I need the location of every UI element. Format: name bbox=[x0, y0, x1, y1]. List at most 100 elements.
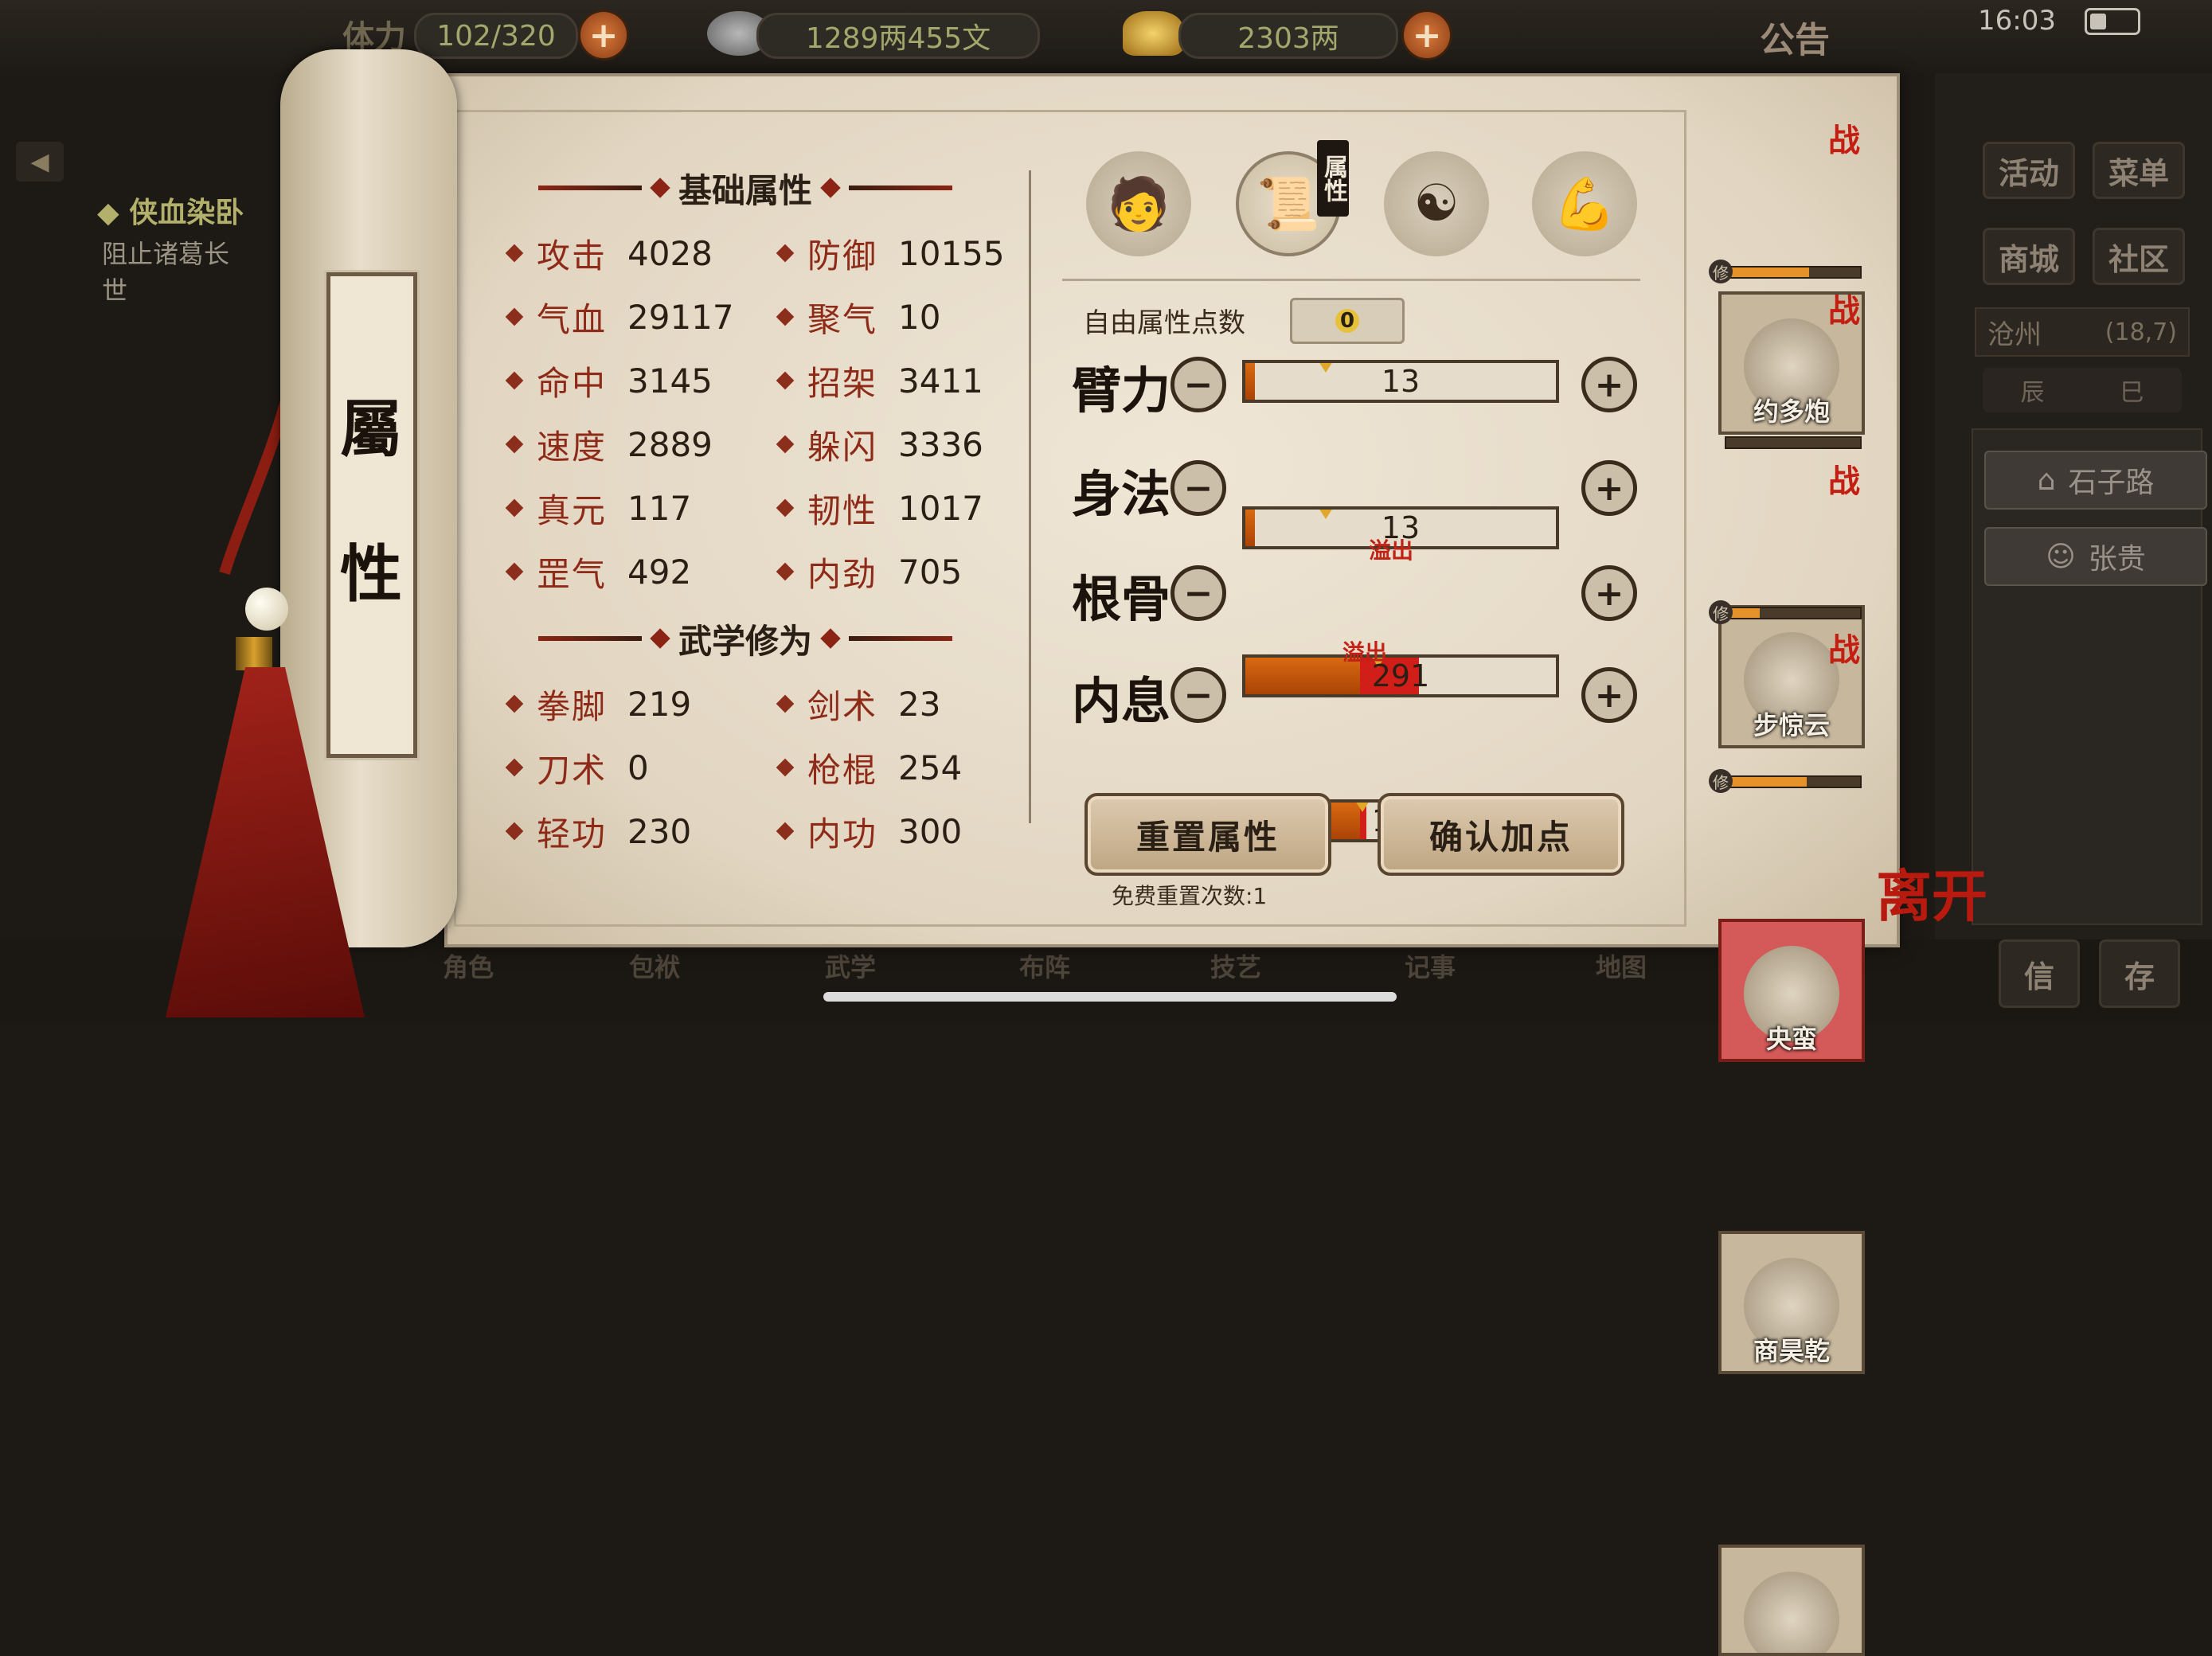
shop-button[interactable]: 商城 bbox=[1983, 228, 2075, 285]
mail-button[interactable]: 信 bbox=[1999, 939, 2080, 1008]
plus-button[interactable]: + bbox=[1581, 667, 1637, 723]
minus-button[interactable]: − bbox=[1170, 357, 1226, 412]
party-portrait[interactable]: 央蛮 bbox=[1718, 919, 1865, 1062]
overflow-label: 溢出 bbox=[1342, 639, 1388, 666]
add-stamina-button[interactable]: + bbox=[578, 10, 629, 61]
cultivation-bar bbox=[1725, 266, 1862, 279]
stat-accuracy: 命中 3145 bbox=[505, 358, 713, 403]
activity-button[interactable]: 活动 bbox=[1983, 142, 2075, 199]
leave-button[interactable]: 离开 bbox=[1876, 852, 1987, 932]
stat-sword: 剑术 23 bbox=[776, 682, 940, 726]
save-button[interactable]: 存 bbox=[2099, 939, 2180, 1008]
notice-button[interactable]: 公告 bbox=[1760, 11, 1830, 62]
battle-tag: 战 bbox=[1828, 122, 1860, 159]
add-gold-button[interactable]: + bbox=[1401, 10, 1452, 61]
plus-button[interactable]: + bbox=[1581, 460, 1637, 516]
stat-parry: 招架 3411 bbox=[776, 358, 983, 403]
stat-defense: 防御 10155 bbox=[776, 231, 1005, 275]
cultivation-fill bbox=[1726, 268, 1810, 277]
reset-attributes-button[interactable]: 重置属性 bbox=[1085, 793, 1331, 876]
home-indicator bbox=[823, 992, 1397, 1002]
party-member-name: 约多炮 bbox=[1753, 396, 1830, 427]
party-member-name: 商昊乾 bbox=[1753, 1336, 1830, 1366]
location-coords: (18,7) bbox=[2105, 318, 2177, 346]
stat-gather-qi: 聚气 10 bbox=[776, 295, 940, 339]
free-reset-count: 免费重置次数:1 bbox=[1112, 883, 1268, 909]
party-member-name: 步惊云 bbox=[1753, 710, 1830, 740]
tab-divider bbox=[1062, 279, 1640, 281]
npc-item-zhanggui[interactable]: ☺ 张贵 bbox=[1984, 527, 2207, 586]
silver-value: 1289两455文 bbox=[756, 13, 1040, 59]
attribute-bar: 13 bbox=[1242, 360, 1559, 403]
tassel-cap bbox=[236, 637, 272, 670]
nav-map[interactable]: 地图 bbox=[1596, 947, 1647, 984]
minus-button[interactable]: − bbox=[1170, 565, 1226, 621]
menu-button[interactable]: 菜单 bbox=[2093, 142, 2185, 199]
attribute-tab-tag: 属性 bbox=[1317, 140, 1349, 217]
plus-button[interactable]: + bbox=[1581, 357, 1637, 412]
stat-speed: 速度 2889 bbox=[505, 422, 713, 467]
attribute-value: 13 bbox=[1381, 364, 1421, 399]
attribute-bar: 291 bbox=[1242, 654, 1559, 697]
scroll-title-char: 性 bbox=[340, 538, 403, 611]
section-title: 武学修为 bbox=[678, 621, 812, 661]
tassel-bead bbox=[245, 588, 288, 631]
scroll-title-char: 屬 bbox=[340, 393, 403, 466]
muscle-body-icon[interactable]: 💪 bbox=[1532, 151, 1637, 256]
clock: 16:03 bbox=[1978, 5, 2056, 37]
straw-hat-character-icon[interactable]: 🧑 bbox=[1086, 151, 1191, 256]
location-name: 沧州 bbox=[1987, 318, 2042, 351]
cultivation-fill bbox=[1726, 777, 1807, 787]
nav-character[interactable]: 角色 bbox=[443, 947, 494, 984]
time-mark: 巳 bbox=[2120, 379, 2144, 407]
nav-martial-arts[interactable]: 武学 bbox=[825, 947, 876, 984]
nav-skills[interactable]: 技艺 bbox=[1210, 947, 1261, 984]
location-bar: 沧州 (18,7) bbox=[1975, 307, 2190, 357]
stat-toughness: 韧性 1017 bbox=[776, 486, 983, 530]
stat-inner-art: 内功 300 bbox=[776, 809, 962, 853]
free-points-value: 0 bbox=[1290, 298, 1405, 344]
place-item-stone-road[interactable]: ⌂ 石子路 bbox=[1984, 451, 2207, 510]
battle-tag: 战 bbox=[1828, 292, 1860, 330]
plus-button[interactable]: + bbox=[1581, 565, 1637, 621]
stat-true-essence: 真元 117 bbox=[505, 486, 691, 530]
stat-spear: 枪棍 254 bbox=[776, 745, 962, 790]
minus-button[interactable]: − bbox=[1170, 667, 1226, 723]
cultivation-bar bbox=[1725, 436, 1862, 449]
nav-formation[interactable]: 布阵 bbox=[1019, 947, 1070, 984]
portrait-face bbox=[1744, 1572, 1839, 1653]
battle-tag: 战 bbox=[1828, 631, 1860, 669]
party-portrait[interactable] bbox=[1718, 1545, 1865, 1656]
nav-journal[interactable]: 记事 bbox=[1405, 947, 1456, 984]
confirm-points-button[interactable]: 确认加点 bbox=[1378, 793, 1624, 876]
back-arrow-icon[interactable]: ◀ bbox=[16, 142, 64, 182]
martial-cultivation-heading: 武学修为 bbox=[506, 615, 984, 662]
stat-attack: 攻击 4028 bbox=[505, 231, 713, 275]
attribute-name: 内息 bbox=[1072, 672, 1171, 730]
free-points-label: 自由属性点数 bbox=[1083, 307, 1245, 339]
stat-gang-qi: 罡气 492 bbox=[505, 549, 691, 594]
stat-inner-strength: 内劲 705 bbox=[776, 549, 962, 594]
stat-blade: 刀术 0 bbox=[505, 745, 649, 790]
stat-fist: 拳脚 219 bbox=[505, 682, 691, 726]
overflow-label: 溢出 bbox=[1369, 537, 1414, 564]
party-portrait[interactable]: 商昊乾 bbox=[1718, 1231, 1865, 1374]
time-dial: 辰 巳 bbox=[1983, 368, 2182, 412]
community-button[interactable]: 社区 bbox=[2093, 228, 2185, 285]
stat-lightness: 轻功 230 bbox=[505, 809, 691, 853]
minus-button[interactable]: − bbox=[1170, 460, 1226, 516]
basic-attributes-heading: 基础属性 bbox=[506, 164, 984, 212]
cultivation-bar bbox=[1725, 775, 1862, 788]
nav-inventory[interactable]: 包袱 bbox=[629, 947, 680, 984]
house-icon: ⌂ bbox=[2037, 463, 2056, 497]
bagua-icon[interactable]: ☯ bbox=[1384, 151, 1489, 256]
time-mark: 辰 bbox=[2020, 379, 2045, 407]
attribute-name: 臂力 bbox=[1072, 361, 1171, 420]
stat-dodge: 躲闪 3336 bbox=[776, 422, 983, 467]
gold-ingot-icon bbox=[1123, 11, 1183, 56]
attribute-name: 根骨 bbox=[1072, 570, 1171, 628]
cultivation-badge: 修 bbox=[1709, 600, 1733, 624]
attribute-value: 291 bbox=[1371, 658, 1430, 693]
party-member-name: 央蛮 bbox=[1765, 1024, 1817, 1054]
battle-tag: 战 bbox=[1828, 463, 1860, 500]
